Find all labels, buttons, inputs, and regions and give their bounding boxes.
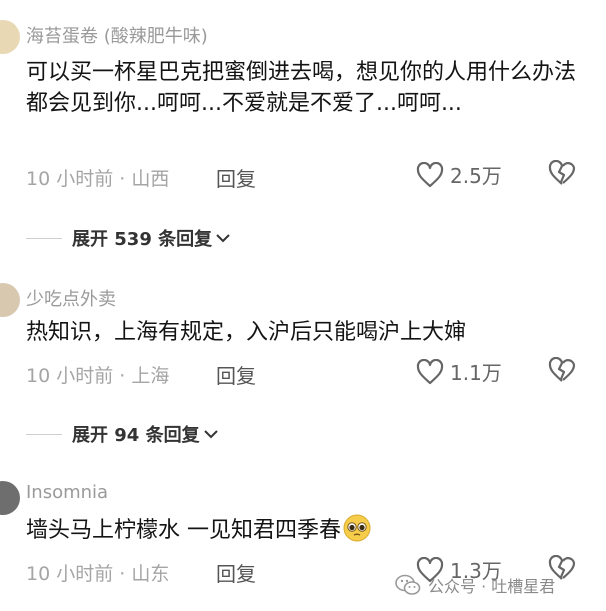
like-count: 1.1万 [450, 361, 502, 385]
dislike-button[interactable] [548, 159, 576, 190]
watermark: 公众号 · 吐槽星君 [394, 573, 555, 597]
timestamp-location: 10 小时前 · 山东 [26, 563, 170, 585]
divider-line [26, 433, 62, 435]
reply-button[interactable]: 回复 [216, 163, 256, 192]
reply-button[interactable]: 回复 [216, 360, 256, 389]
like-count: 2.5万 [450, 164, 502, 188]
comment-meta: 10 小时前 · 上海 回复 1.1万 [26, 356, 586, 389]
like-button[interactable]: 1.1万 [416, 357, 502, 386]
divider-line [26, 237, 62, 239]
expand-replies-button[interactable]: 展开 94 条回复 [26, 420, 218, 448]
chevron-down-icon [203, 430, 218, 439]
broken-heart-icon [548, 159, 576, 185]
reply-button[interactable]: 回复 [216, 558, 256, 587]
wechat-icon [395, 574, 421, 595]
expand-replies-button[interactable]: 展开 539 条回复 [26, 224, 230, 252]
username[interactable]: 少吃点外卖 [26, 285, 116, 311]
heart-icon [416, 161, 444, 187]
username[interactable]: 海苔蛋卷 (酸辣肥牛味) [26, 22, 208, 48]
comment-text: 可以买一杯星巴克把蜜倒进去喝，想见你的人用什么办法都会见到你...呵呵...不爱… [26, 60, 577, 116]
expand-replies-label: 展开 94 条回复 [72, 425, 200, 446]
broken-heart-icon [548, 356, 576, 382]
comment-text: 墙头马上柠檬水 一见知君四季春 [26, 514, 586, 546]
timestamp-location: 10 小时前 · 山西 [26, 168, 170, 190]
like-button[interactable]: 2.5万 [416, 160, 502, 189]
comment-text: 热知识，上海有规定，入沪后只能喝沪上大婶 [26, 320, 467, 345]
avatar[interactable] [0, 20, 20, 54]
expand-replies-label: 展开 539 条回复 [72, 229, 213, 250]
avatar[interactable] [0, 481, 20, 515]
timestamp-location: 10 小时前 · 上海 [26, 365, 170, 387]
avatar[interactable] [0, 283, 20, 317]
dislike-button[interactable] [548, 356, 576, 387]
comment-meta: 10 小时前 · 山西 回复 2.5万 [26, 159, 586, 192]
pleading-face-emoji-icon [343, 514, 371, 542]
heart-icon [416, 358, 444, 384]
chevron-down-icon [216, 234, 230, 243]
username[interactable]: Insomnia [26, 482, 108, 503]
comment-text-content: 墙头马上柠檬水 一见知君四季春 [26, 518, 341, 543]
watermark-text: 公众号 · 吐槽星君 [428, 577, 556, 596]
